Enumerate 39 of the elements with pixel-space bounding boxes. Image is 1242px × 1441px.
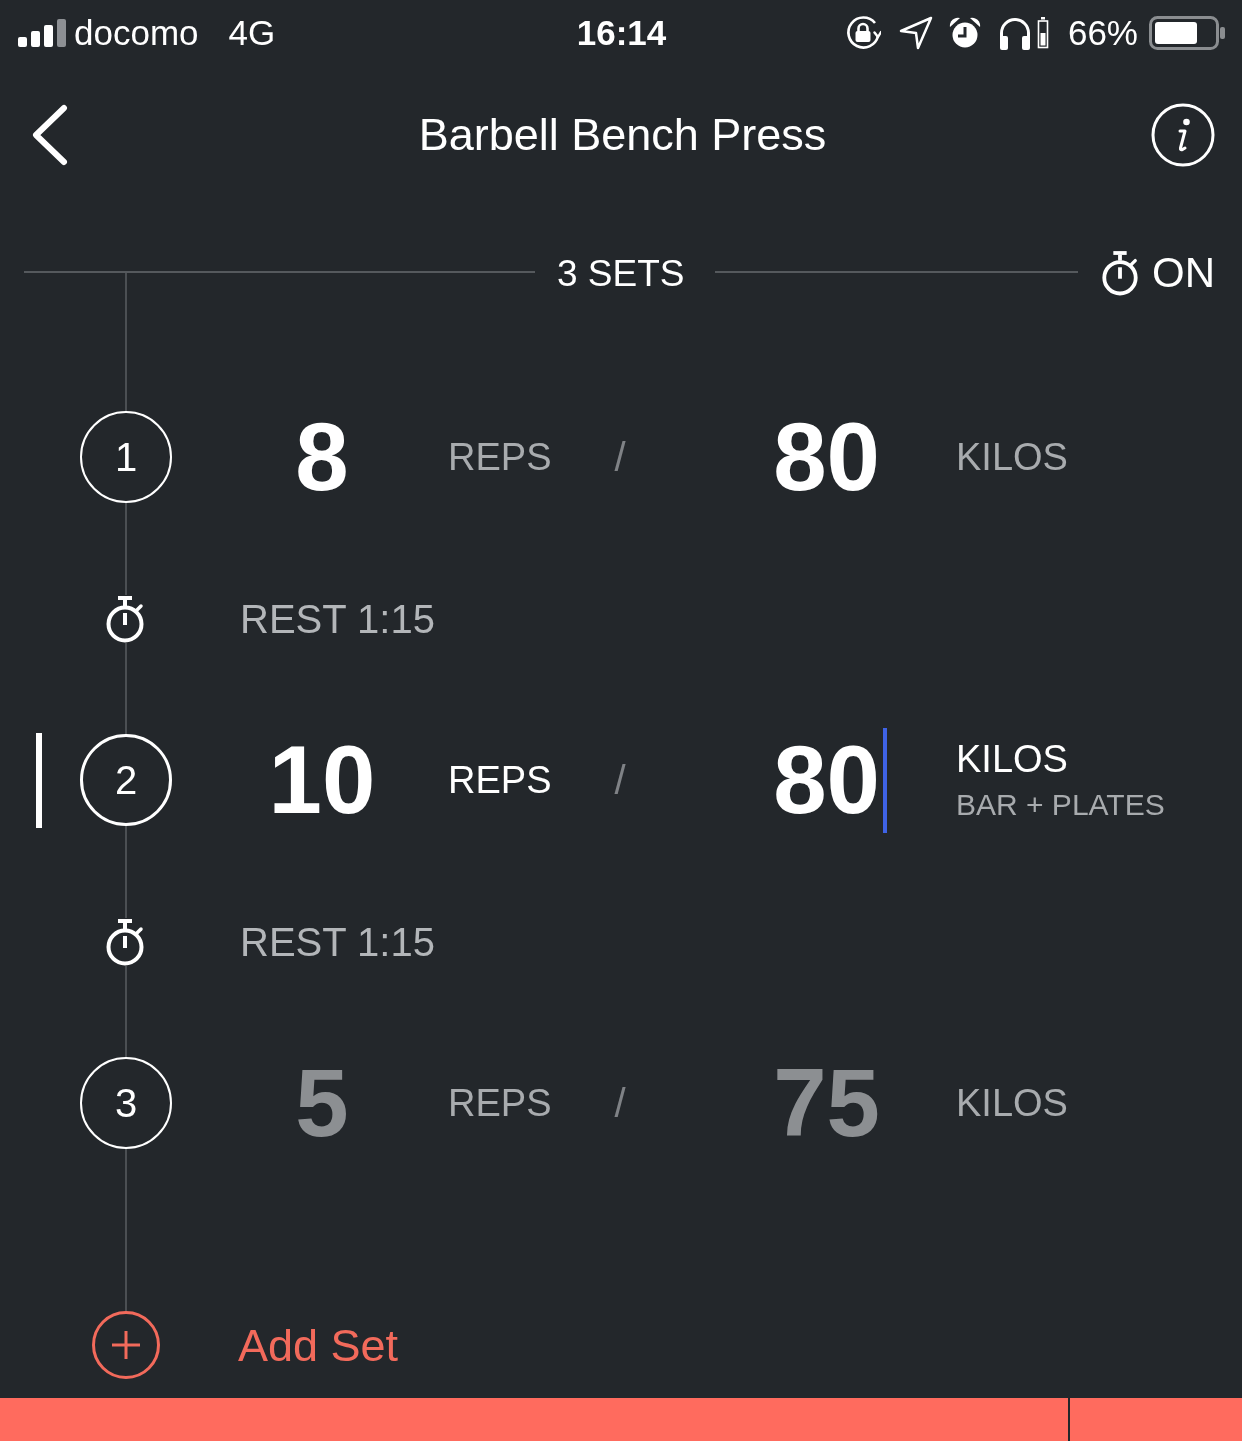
rest-time: REST 1:15 — [240, 921, 435, 962]
signal-icon — [18, 18, 66, 47]
timer-toggle[interactable]: ON — [1100, 250, 1215, 296]
weight-unit: KILOS — [956, 740, 1068, 778]
sets-count: 3 SETS — [557, 254, 685, 292]
reps-value[interactable]: 5 — [295, 1055, 349, 1151]
weight-value[interactable]: 75 — [773, 1055, 880, 1151]
weight-unit: KILOS — [956, 1084, 1068, 1122]
screen-title: Barbell Bench Press — [418, 110, 827, 160]
orientation-lock-icon — [844, 14, 881, 51]
separator-slash: / — [614, 760, 626, 800]
stopwatch-icon — [1100, 250, 1140, 296]
info-icon[interactable] — [1151, 103, 1215, 167]
add-set-button[interactable]: Add Set — [92, 1311, 399, 1379]
carrier-name: docomo — [74, 15, 199, 50]
rest-time: REST 1:15 — [240, 598, 435, 639]
battery-percentage: 66% — [1067, 15, 1138, 50]
weight-note: BAR + PLATES — [956, 790, 1165, 820]
weight-value[interactable]: 80 — [773, 732, 880, 828]
weight-unit: KILOS — [956, 438, 1068, 476]
alarm-clock-icon — [948, 16, 981, 49]
network-type: 4G — [228, 15, 276, 50]
location-arrow-icon — [898, 15, 933, 50]
set-number: 2 — [80, 734, 172, 826]
set-number: 3 — [80, 1057, 172, 1149]
reps-unit: REPS — [448, 1084, 552, 1122]
reps-value[interactable]: 8 — [295, 409, 349, 505]
separator-slash: / — [614, 1083, 626, 1123]
battery-icon — [1149, 15, 1225, 50]
clock-time: 16:14 — [576, 15, 667, 50]
set-number: 1 — [80, 411, 172, 503]
vertical-battery-icon — [1036, 16, 1049, 49]
reps-unit: REPS — [448, 761, 552, 799]
weight-value[interactable]: 80 — [773, 409, 880, 505]
separator-slash: / — [614, 437, 626, 477]
plus-circle-icon — [92, 1311, 160, 1379]
back-icon[interactable] — [30, 104, 70, 166]
reps-value[interactable]: 10 — [268, 732, 376, 828]
reps-unit: REPS — [448, 438, 552, 476]
